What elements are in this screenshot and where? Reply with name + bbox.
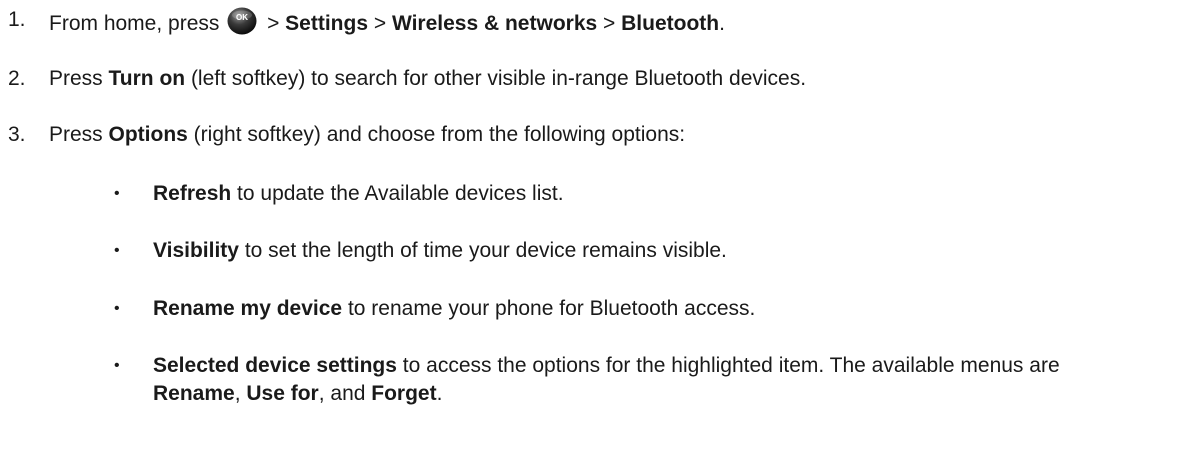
step-number: 3. — [8, 123, 26, 146]
bullet-marker: • — [114, 300, 120, 317]
option-text: Refresh to update the Available devices … — [153, 182, 564, 205]
option-text: Selected device settings to access the o… — [153, 354, 1060, 405]
option-name: Refresh — [153, 182, 232, 205]
bullet-marker: • — [114, 185, 120, 202]
step-number: 1. — [8, 8, 26, 31]
step-text: From home, press OK > Settings > Wireles… — [49, 6, 725, 38]
softkey-turn-on: Turn on — [108, 67, 186, 90]
softkey-options: Options — [108, 123, 188, 146]
bullet-marker: • — [114, 242, 120, 259]
menu-forget: Forget — [371, 382, 437, 405]
option-name: Rename my device — [153, 297, 343, 320]
ok-key-icon: OK — [227, 6, 257, 36]
menu-rename: Rename — [153, 382, 235, 405]
step-text: Press Options (right softkey) and choose… — [49, 123, 686, 146]
option-name: Visibility — [153, 239, 239, 262]
step-number: 2. — [8, 67, 26, 90]
option-name: Selected device settings — [153, 354, 397, 377]
step-text: Press Turn on (left softkey) to search f… — [49, 67, 807, 90]
menu-use-for: Use for — [246, 382, 319, 405]
menu-settings: Settings — [285, 12, 369, 35]
option-text: Rename my device to rename your phone fo… — [153, 297, 756, 320]
option-text: Visibility to set the length of time you… — [153, 239, 727, 262]
ok-key-label: OK — [236, 13, 248, 22]
menu-wireless-networks: Wireless & networks — [391, 12, 598, 35]
bullet-marker: • — [114, 357, 120, 374]
menu-bluetooth: Bluetooth — [621, 12, 720, 35]
